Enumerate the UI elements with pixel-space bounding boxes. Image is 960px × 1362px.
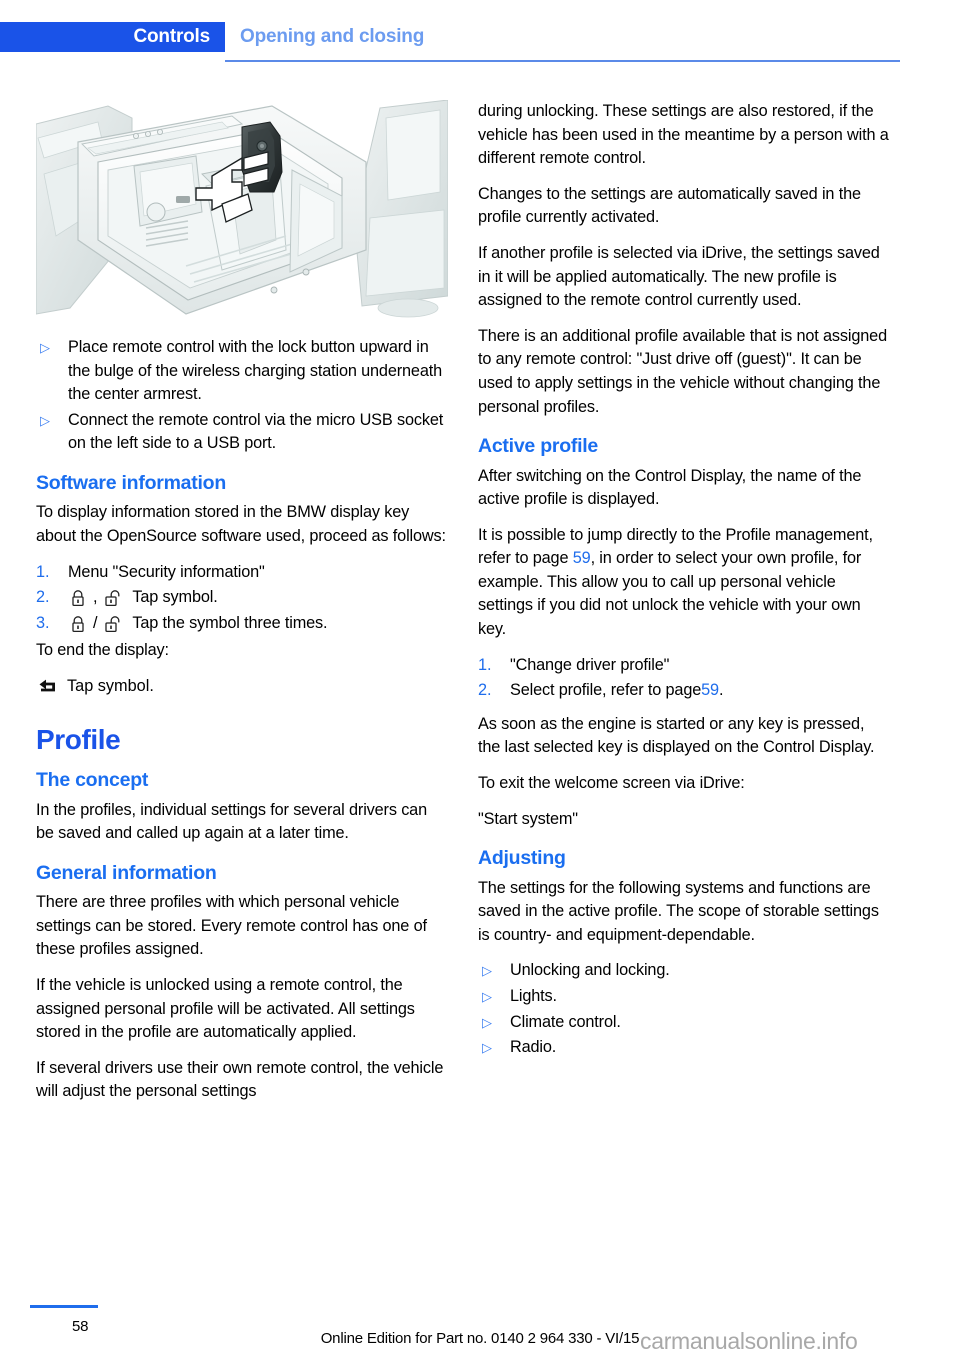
list-item-text: Connect the remote control via the micro… (68, 410, 444, 453)
step-label: Tap symbol. (132, 588, 218, 607)
step-number: 3. (36, 613, 50, 632)
triangle-bullet-icon: ▷ (40, 412, 50, 428)
center-console-wireless-charging-illustration (36, 100, 448, 322)
triangle-bullet-icon: ▷ (482, 1040, 492, 1056)
step-text: Menu "Security information" (68, 561, 448, 585)
heading-general-information: General information (36, 861, 217, 884)
step-number: 1. (478, 655, 492, 674)
continuation-paragraph: during unlocking. These settings are als… (478, 102, 889, 168)
end-display-label: Tap symbol. (67, 676, 154, 695)
breadcrumb-chapter: Controls (0, 22, 225, 52)
step-label: Tap the symbol three times. (132, 613, 328, 632)
active-profile-paragraph: It is possible to jump directly to the P… (478, 524, 890, 642)
heading-adjusting: Adjusting (478, 847, 566, 870)
general-information-paragraph: There are three profiles with which pers… (36, 893, 427, 959)
software-information-intro: To display information stored in the BMW… (36, 503, 446, 545)
triangle-bullet-icon: ▷ (482, 1014, 492, 1030)
step-text: / Tap the symbol three times. (68, 612, 448, 636)
back-arrow-icon (36, 677, 60, 697)
list-item: ▷ Lights. (478, 985, 890, 1009)
continuation-paragraph: If another profile is selected via iDriv… (478, 243, 880, 310)
step-label-before-link: Select profile, refer to page (510, 681, 702, 700)
list-item-text: Unlocking and locking. (510, 961, 670, 980)
triangle-bullet-icon: ▷ (482, 989, 492, 1004)
heading-profile: Profile (36, 723, 121, 755)
header-divider (225, 60, 900, 62)
lock-open-icon (102, 588, 126, 608)
step-number: 2. (36, 588, 50, 607)
triangle-bullet-icon: ▷ (40, 340, 50, 355)
step-text: Select profile, refer to page 59. (510, 679, 890, 703)
step-number: 1. (36, 562, 50, 581)
step-label: "Change driver profile" (510, 655, 670, 674)
heading-software-information: Software information (36, 471, 227, 494)
step-label: Menu "Security information" (68, 562, 265, 581)
list-item-text: Radio. (510, 1038, 557, 1057)
list-item-text: Climate control. (510, 1012, 621, 1031)
lock-closed-icon (68, 614, 88, 634)
triangle-bullet-icon: ▷ (482, 963, 492, 979)
page-header: Controls Opening and closing (0, 0, 960, 66)
list-item-text: Place remote control with the lock butto… (68, 338, 443, 404)
right-column: during unlocking. These settings are als… (478, 100, 890, 1072)
list-item: ▷ Radio. (478, 1036, 890, 1060)
adjusting-bullet-list: ▷ Unlocking and locking. ▷ Lights. ▷ Cli… (478, 959, 890, 1059)
list-item: 1. Menu "Security information" (36, 561, 448, 585)
start-system-command: "Start system" (478, 809, 578, 828)
step-text: "Change driver profile" (510, 654, 890, 678)
list-item: 1. "Change driver profile" (478, 654, 890, 678)
end-display-step: Tap symbol. (36, 675, 448, 699)
step-text: , Tap symbol. (68, 586, 448, 610)
left-column: ▷ Place remote control with the lock but… (36, 100, 448, 1116)
list-item: ▷ Unlocking and locking. (478, 959, 890, 983)
page-reference-link[interactable]: 59 (573, 549, 591, 567)
list-item: 3. / Tap the symbol three times. (36, 612, 448, 636)
place-remote-bullet-list: ▷ Place remote control with the lock but… (36, 336, 448, 456)
software-information-steps: 1. Menu "Security information" 2. , Tap … (36, 561, 448, 636)
lock-open-icon (102, 614, 126, 634)
continuation-paragraph: Changes to the settings are automaticall… (478, 184, 861, 227)
exit-welcome-screen-intro: To exit the welcome screen via iDrive: (478, 774, 745, 793)
heading-the-concept: The concept (36, 769, 149, 792)
list-item: ▷ Climate control. (478, 1011, 890, 1035)
list-item: ▷ Place remote control with the lock but… (36, 336, 448, 407)
watermark-text: carmanualsonline.info (640, 1328, 858, 1354)
list-item: 2. , Tap symbol. (36, 586, 448, 610)
symbol-separator: , (93, 588, 98, 607)
lock-closed-icon (68, 588, 88, 608)
active-profile-paragraph: After switching on the Control Display, … (478, 466, 862, 509)
general-information-paragraph: If several drivers use their own remote … (36, 1058, 444, 1101)
end-display-intro: To end the display: (36, 641, 169, 660)
breadcrumb-section: Opening and closing (240, 26, 425, 47)
continuation-paragraph: There is an additional profile available… (478, 326, 887, 416)
general-information-paragraph: If the vehicle is unlocked using a remot… (36, 976, 415, 1042)
list-item-text: Lights. (510, 987, 557, 1005)
heading-active-profile: Active profile (478, 435, 599, 458)
page-reference-link[interactable]: 59 (701, 679, 719, 703)
list-item: 2. Select profile, refer to page 59. (478, 679, 890, 703)
symbol-separator: / (93, 613, 98, 632)
step-number: 2. (478, 681, 492, 700)
active-profile-steps: 1. "Change driver profile" 2. Select pro… (478, 654, 890, 703)
step-label-after-link: . (718, 681, 724, 700)
the-concept-body: In the profiles, individual settings for… (36, 800, 427, 843)
adjusting-intro: The settings for the following systems a… (478, 878, 879, 944)
footer-divider (30, 1305, 98, 1308)
active-profile-paragraph: As soon as the engine is started or any … (478, 714, 875, 757)
list-item: ▷ Connect the remote control via the mic… (36, 409, 448, 456)
